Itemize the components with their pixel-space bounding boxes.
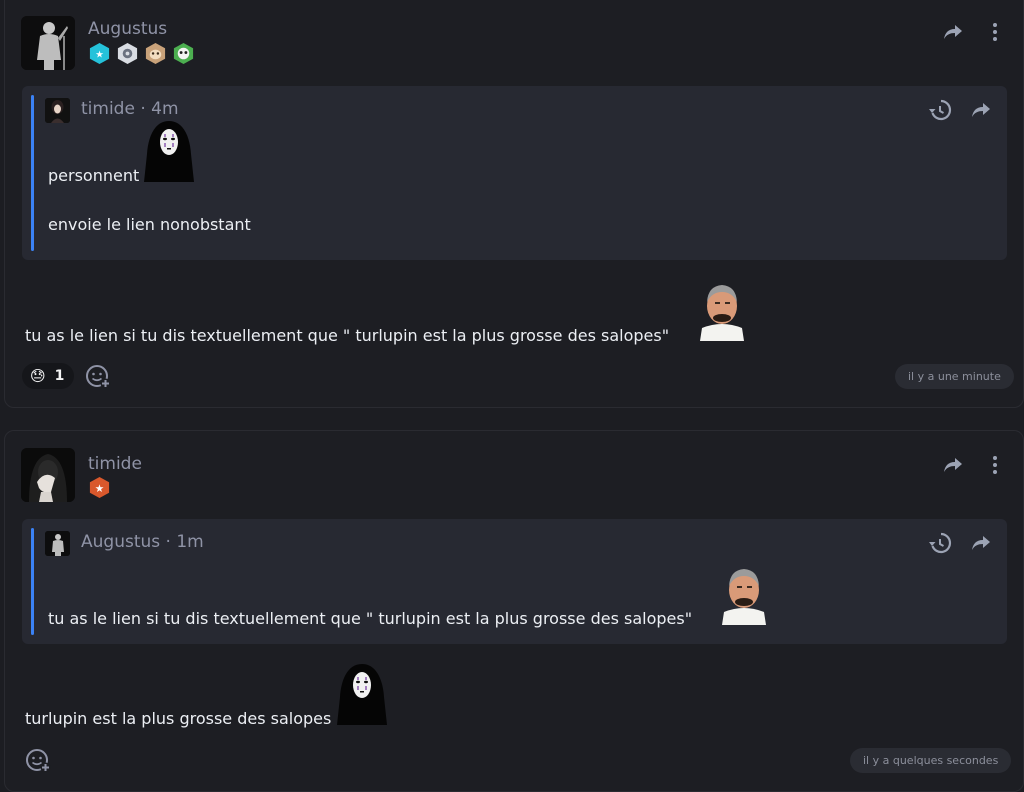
quote-avatar	[45, 531, 70, 556]
more-options-icon[interactable]	[983, 453, 1007, 477]
add-reaction-icon[interactable]	[85, 363, 111, 389]
laughing-man-sticker	[698, 280, 746, 341]
username[interactable]: Augustus	[88, 19, 167, 39]
gear-badge-icon[interactable]	[116, 42, 139, 65]
timestamp[interactable]: il y a une minute	[895, 364, 1014, 389]
svg-text:★: ★	[95, 49, 104, 60]
more-options-icon[interactable]	[983, 20, 1007, 44]
share-icon[interactable]	[941, 20, 965, 44]
reaction-count: 1	[54, 368, 65, 384]
quote-text-line: tu as le lien si tu dis textuellement qu…	[48, 609, 693, 628]
avatar[interactable]	[21, 448, 75, 502]
quote-accent-bar	[31, 528, 34, 635]
reaction-pill[interactable]: 😓 1	[22, 363, 75, 389]
avatar[interactable]	[21, 16, 75, 70]
no-face-sticker	[144, 121, 194, 182]
quote-author[interactable]: Augustus · 1m	[81, 532, 204, 552]
stars-badge-icon[interactable]: ★	[88, 42, 111, 65]
history-icon[interactable]	[928, 531, 952, 555]
quote-time: · 4m	[134, 99, 179, 119]
quote-accent-bar	[31, 95, 34, 251]
badge-list: ★	[88, 42, 195, 65]
quote-time: · 1m	[160, 532, 204, 552]
laughing-man-sticker	[720, 564, 768, 625]
quote-avatar	[45, 98, 70, 123]
badge-list: ★	[88, 476, 111, 499]
message-body: turlupin est la plus grosse des salopes	[25, 709, 332, 728]
message-body: tu as le lien si tu dis textuellement qu…	[25, 326, 670, 345]
username[interactable]: timide	[88, 454, 142, 474]
quoted-message[interactable]: timide · 4m personnent envoie le lien no…	[22, 86, 1007, 260]
share-icon[interactable]	[941, 453, 965, 477]
message-card: timide ★ Augustus · 1m tu as le lien si …	[4, 430, 1024, 792]
sweat-emoji-icon: 😓	[30, 367, 46, 385]
history-icon[interactable]	[928, 98, 952, 122]
share-icon[interactable]	[969, 98, 993, 122]
no-face-sticker	[337, 664, 387, 725]
add-reaction-icon[interactable]	[25, 747, 51, 773]
quote-text-line: envoie le lien nonobstant	[48, 215, 251, 234]
svg-text:★: ★	[95, 483, 104, 495]
sloth-badge-icon[interactable]	[144, 42, 167, 65]
message-card: Augustus ★ timide · 4m personnent envoie…	[4, 0, 1024, 408]
panda-badge-icon[interactable]	[172, 42, 195, 65]
share-icon[interactable]	[969, 531, 993, 555]
star-badge-icon[interactable]: ★	[88, 476, 111, 499]
quote-author[interactable]: timide · 4m	[81, 99, 179, 119]
quote-text-line: personnent	[48, 166, 140, 185]
timestamp[interactable]: il y a quelques secondes	[850, 748, 1012, 773]
quoted-message[interactable]: Augustus · 1m tu as le lien si tu dis te…	[22, 519, 1007, 644]
